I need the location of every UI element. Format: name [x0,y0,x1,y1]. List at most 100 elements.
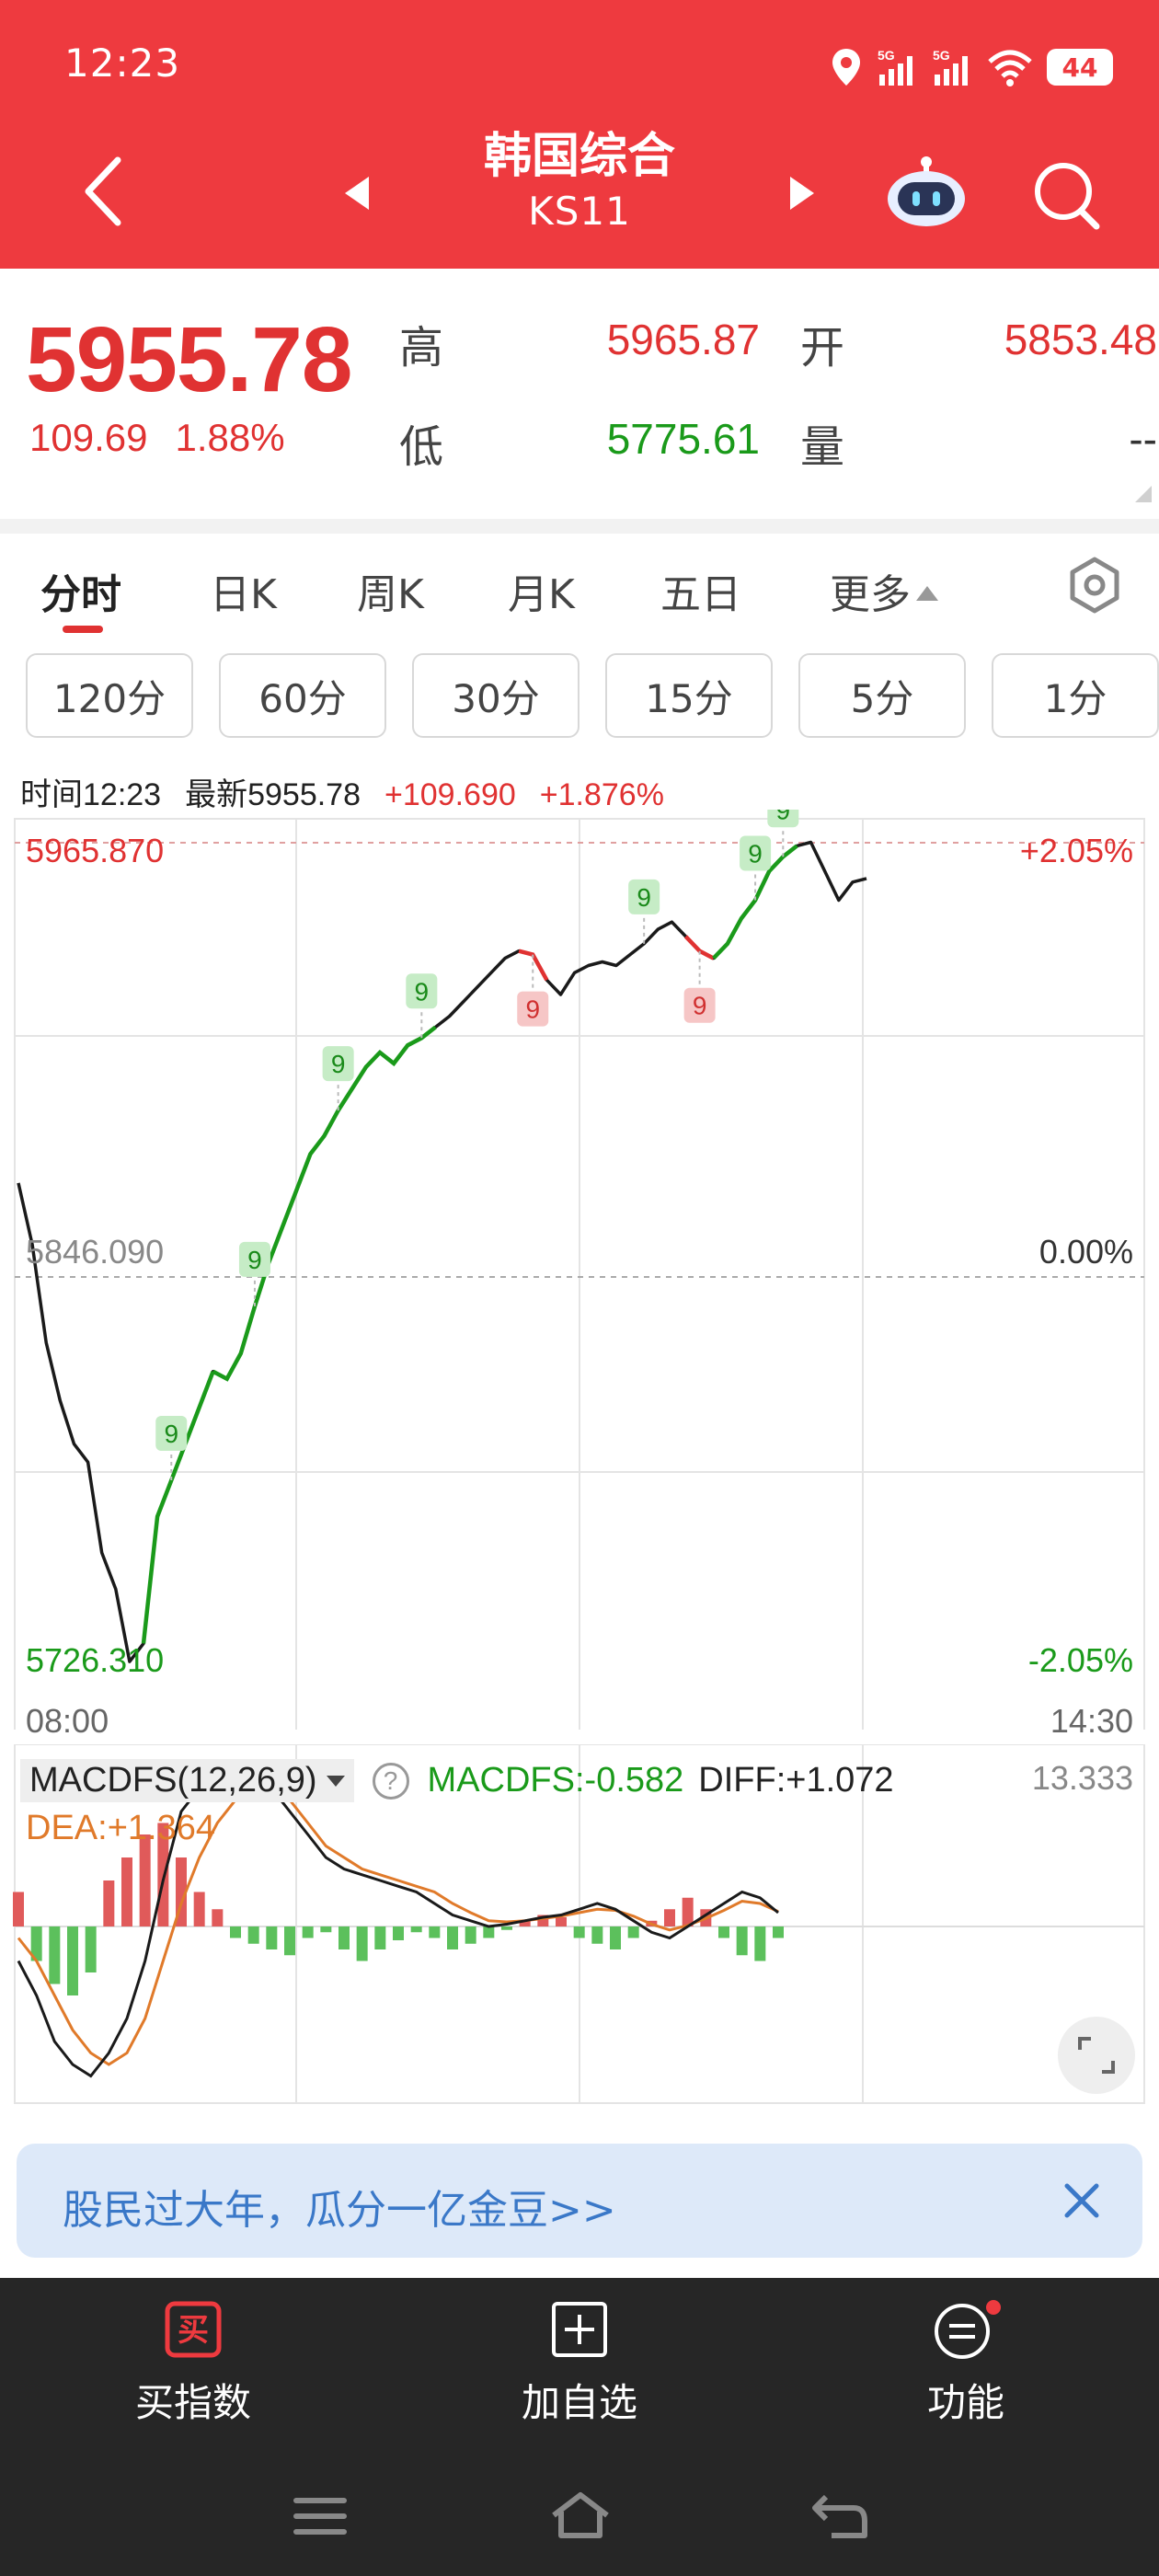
nav-back-button[interactable] [809,2491,870,2545]
volume-value: -- [1129,415,1157,463]
chart-info-bar: 时间12:23 最新5955.78 +109.690 +1.876% [20,769,688,814]
xtick-end: 14:30 [1050,1702,1133,1740]
trend-segment-3 [683,935,715,960]
signal-icon: 5G [878,48,912,86]
header-title-block: 韩国综合 KS11 [304,127,855,237]
system-nav-bar [0,2480,1159,2554]
functions-button[interactable]: 功能 [855,2300,1076,2428]
intraday-chart[interactable]: 9 9 9 9 9 9 9 9 9 [0,810,1159,1730]
interval-1[interactable]: 1分 [992,653,1159,738]
wifi-icon [988,50,1032,86]
nav-menu-button[interactable] [293,2493,348,2543]
tab-weekly-k[interactable]: 周K [357,561,424,620]
interval-tabs: 120分 60分 30分 15分 5分 1分 [0,653,1159,738]
signal-label-1: 9 [247,1246,262,1274]
change-value: 109.69 [29,416,148,459]
hamburger-icon [293,2498,347,2535]
quote-panel: 5955.78 109.69 1.88% 高 5965.87 开 5853.48 … [0,269,1159,519]
xtick-start: 08:00 [26,1702,109,1740]
signal-label-4: 9 [525,995,540,1024]
interval-30[interactable]: 30分 [412,653,580,738]
change-line: 109.69 1.88% [29,416,285,460]
macd-bar-11 [212,1909,224,1926]
robot-icon [888,156,965,226]
fullscreen-button[interactable] [1058,2017,1135,2094]
buy-index-button[interactable]: 买 买指数 [83,2300,304,2428]
tab-more[interactable]: 更多 [830,561,938,620]
tab-five-day[interactable]: 五日 [660,561,741,620]
macd-bar-25 [465,1926,476,1944]
interval-15[interactable]: 15分 [605,653,773,738]
change-percent: 1.88% [175,416,285,459]
macd-bar-16 [302,1926,314,1938]
app-header: 12:23 5G 5G 44 韩国综合 KS11 [0,0,1159,269]
interval-60[interactable]: 60分 [219,653,386,738]
buy-index-label: 买指数 [134,2380,251,2425]
macd-bar-27 [501,1926,512,1930]
active-tab-indicator [63,626,103,633]
search-button[interactable] [1028,156,1106,234]
next-index-button[interactable] [784,173,820,213]
macd-bar-21 [393,1926,404,1940]
info-change-pct: +1.876% [539,777,664,812]
macd-bar-41 [754,1926,766,1961]
dropdown-caret-icon [326,1775,345,1787]
banner-close-button[interactable] [1056,2175,1107,2226]
open-value: 5853.48 [1004,316,1157,363]
low-value: 5775.61 [606,415,760,463]
macd-bar-22 [410,1926,422,1933]
tab-monthly-k[interactable]: 月K [508,561,575,620]
triangle-right-icon [790,177,814,210]
macd-bar-40 [736,1926,748,1956]
battery-indicator: 44 [1047,49,1113,86]
assistant-robot-button[interactable] [883,153,970,230]
macd-dea: DEA:+1.364 [26,1809,215,1847]
ytick-right-mid: 0.00% [1039,1233,1133,1271]
index-code: KS11 [528,189,631,234]
tab-daily-k[interactable]: 日K [210,561,277,620]
expand-icon [1078,2037,1115,2074]
location-icon [832,49,860,86]
ytick-left-bottom: 5726.310 [26,1641,165,1679]
add-watchlist-button[interactable]: 加自选 [469,2300,690,2428]
bottom-action-bar: 买 买指数 加自选 功能 [0,2278,1159,2576]
macd-bar-12 [230,1926,241,1938]
caret-up-icon [916,586,938,601]
macd-bar-34 [627,1926,639,1938]
add-watchlist-label: 加自选 [521,2380,637,2425]
buy-icon: 买 [165,2301,222,2358]
expand-corner-icon[interactable] [1135,486,1152,502]
trend-segment-0 [141,1370,215,1644]
macd-bar-7 [139,1834,151,1926]
info-change: +109.690 [384,777,516,812]
interval-120[interactable]: 120分 [26,653,193,738]
macd-bar-13 [247,1926,259,1944]
macd-bar-15 [284,1926,295,1956]
buy-icon-text: 买 [178,2312,209,2349]
tab-more-label: 更多 [830,571,911,618]
interval-5[interactable]: 5分 [798,653,966,738]
macd-indicator-select[interactable]: MACDFS(12,26,9) [20,1759,354,1802]
functions-label: 功能 [926,2380,1004,2425]
page-title: 韩国综合 [483,129,675,184]
macd-bar-2 [49,1926,61,1984]
chart-settings-button[interactable] [1065,556,1124,615]
macd-name: MACDFS(12,26,9) [29,1761,317,1800]
macd-bar-36 [664,1909,675,1926]
section-divider [0,519,1159,534]
signal-label-2: 9 [331,1050,346,1078]
macd-bar-32 [591,1926,603,1944]
macd-bar-6 [121,1857,132,1926]
close-icon [1064,2183,1099,2218]
banner-text[interactable]: 股民过大年，瓜分一亿金豆>> [63,2177,616,2236]
back-icon [812,2494,867,2538]
macd-bar-37 [682,1897,694,1926]
promo-banner[interactable]: 股民过大年，瓜分一亿金豆>> [17,2144,1142,2258]
nav-home-button[interactable] [548,2490,613,2545]
back-button[interactable] [75,155,131,228]
help-icon[interactable]: ? [372,1762,409,1800]
macd-value: MACDFS:-0.582 [427,1761,684,1800]
tab-intraday[interactable]: 分时 [40,561,121,620]
menu-circle-icon [935,2300,1001,2359]
status-time: 12:23 [64,40,181,86]
